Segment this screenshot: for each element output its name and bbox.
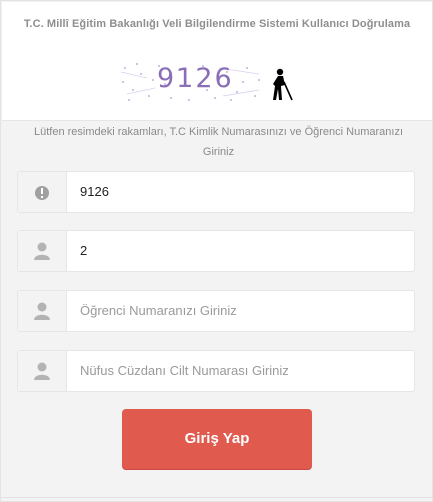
- cilt-number-input[interactable]: Nüfus Cüzdanı Cilt Numarası Giriniz: [80, 351, 289, 391]
- user-icon: [34, 242, 50, 260]
- instructions-text: Lütfen resimdeki rakamları, T.C Kimlik N…: [33, 126, 404, 158]
- blind-person-icon: [273, 68, 293, 101]
- info-circle-icon: [35, 186, 49, 200]
- login-panel: T.C. Millî Eğitim Bakanlığı Veli Bilgile…: [0, 0, 433, 502]
- captcha-image: 9126: [119, 60, 264, 104]
- page-title: T.C. Millî Eğitim Bakanlığı Veli Bilgile…: [23, 18, 411, 30]
- captcha-field[interactable]: 9126: [17, 171, 415, 213]
- field-icon-box: [18, 351, 67, 391]
- divider: [1, 497, 433, 498]
- captcha-area: 9126: [119, 60, 295, 104]
- user-icon: [34, 362, 50, 380]
- field-icon-box: [18, 172, 67, 212]
- tc-kimlik-input[interactable]: 2: [80, 231, 87, 271]
- login-button[interactable]: Giriş Yap: [122, 409, 312, 469]
- header: T.C. Millî Eğitim Bakanlığı Veli Bilgile…: [2, 2, 432, 121]
- student-number-input[interactable]: Öğrenci Numaranızı Giriniz: [80, 291, 237, 331]
- captcha-input[interactable]: 9126: [80, 172, 109, 212]
- field-icon-box: [18, 291, 67, 331]
- cilt-number-field[interactable]: Nüfus Cüzdanı Cilt Numarası Giriniz: [17, 350, 415, 392]
- captcha-text: 9126: [157, 63, 234, 94]
- tc-kimlik-field[interactable]: 2: [17, 230, 415, 272]
- accessibility-audio-button[interactable]: [267, 66, 295, 102]
- user-icon: [34, 302, 50, 320]
- field-icon-box: [18, 231, 67, 271]
- student-number-field[interactable]: Öğrenci Numaranızı Giriniz: [17, 290, 415, 332]
